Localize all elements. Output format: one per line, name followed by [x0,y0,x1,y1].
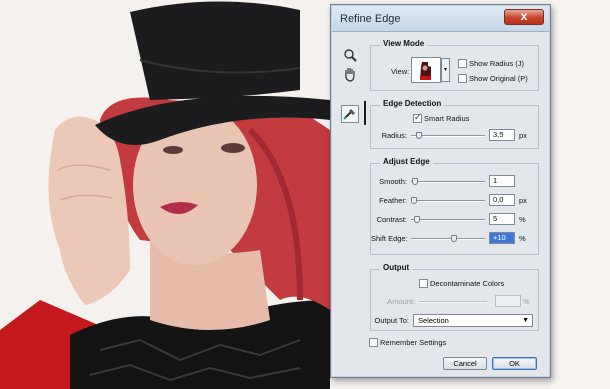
smooth-slider-thumb[interactable] [412,178,418,185]
output-to-value: Selection [418,316,449,325]
radius-unit: px [519,131,527,140]
view-mode-group: View Mode View: ▾ Show Radius (J) Show O… [370,39,539,91]
decontaminate-colors-checkbox[interactable] [419,279,428,288]
view-mode-heading: View Mode [380,39,428,48]
remember-settings-checkbox[interactable] [369,338,378,347]
tool-divider [364,101,366,125]
contrast-input[interactable]: 5 [489,213,515,225]
radius-label: Radius: [381,131,407,140]
radius-slider-thumb[interactable] [416,132,422,139]
amount-input [495,295,521,307]
adjust-edge-heading: Adjust Edge [380,157,433,166]
feather-slider-thumb[interactable] [411,197,417,204]
shift-edge-slider-thumb[interactable] [451,235,457,242]
amount-label: Amount: [387,297,415,306]
shift-edge-unit: % [519,234,526,243]
close-icon: x [520,9,528,23]
contrast-slider-track[interactable] [411,219,485,221]
show-radius-checkbox[interactable] [458,59,467,68]
dialog-title: Refine Edge [340,13,401,25]
view-selector[interactable]: ▾ [411,57,450,83]
shift-edge-slider-track[interactable] [411,238,485,240]
amount-unit: % [523,297,530,306]
smart-radius-checkbox[interactable] [413,112,422,123]
refine-radius-tool[interactable] [341,105,359,123]
output-to-select[interactable]: Selection ▼ [413,314,533,327]
contrast-label: Contrast: [376,215,407,224]
view-label: View: [391,67,410,76]
output-heading: Output [380,263,413,272]
adjust-edge-group: Adjust Edge Smooth: 1 Feather: 0,0 px Co… [370,157,539,255]
remember-settings-label: Remember Settings [380,338,447,347]
show-original-label: Show Original (P) [469,74,528,83]
contrast-slider-thumb[interactable] [414,216,420,223]
edge-detection-group: Edge Detection Smart Radius Radius: 3,5 … [370,99,539,149]
smooth-input[interactable]: 1 [489,175,515,187]
contrast-unit: % [519,215,526,224]
ok-button[interactable]: OK [492,357,537,370]
chevron-down-icon: ▼ [522,317,529,324]
refine-radius-brush-icon [343,109,355,120]
edge-detection-heading: Edge Detection [380,99,445,108]
shift-edge-label: Shift Edge: [371,234,408,243]
shift-edge-input[interactable]: +10 [489,232,515,244]
close-button[interactable]: x [504,9,544,25]
amount-slider-track [419,301,487,303]
view-preview-thumbnail [412,58,440,82]
decontaminate-colors-label: Decontaminate Colors [430,279,505,288]
feather-slider-track[interactable] [411,200,485,202]
output-to-label: Output To: [374,316,409,325]
output-group: Output Decontaminate Colors Amount: % Ou… [370,263,539,331]
top-hat [130,1,300,100]
chevron-down-icon[interactable]: ▾ [441,58,450,82]
radius-slider-track[interactable] [411,135,485,137]
feather-unit: px [519,196,527,205]
refine-edge-dialog: Refine Edge x View Mode View: ▾ Show Rad… [330,4,551,378]
show-radius-label: Show Radius (J) [469,59,525,68]
feather-label: Feather: [379,196,407,205]
title-bar[interactable]: Refine Edge x [332,6,549,32]
radius-input[interactable]: 3,5 [489,129,515,141]
show-original-checkbox[interactable] [458,74,467,83]
feather-input[interactable]: 0,0 [489,194,515,206]
smooth-slider-track[interactable] [411,181,485,183]
cancel-button[interactable]: Cancel [443,357,487,370]
smooth-label: Smooth: [379,177,407,186]
zoom-icon[interactable] [341,47,359,65]
hand-icon[interactable] [341,65,359,83]
smart-radius-label: Smart Radius [424,114,470,123]
